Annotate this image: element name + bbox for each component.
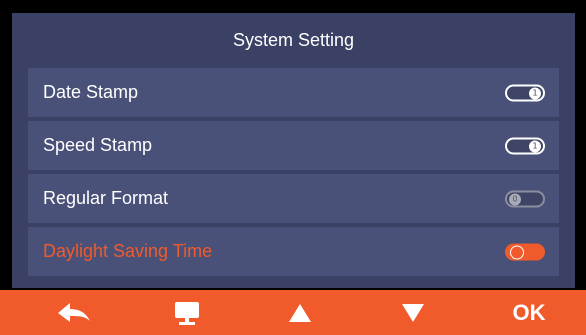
- page-title: System Setting: [232, 30, 355, 50]
- monitor-icon: [175, 301, 199, 325]
- device-screen: System Setting Date Stamp 1 Speed Stamp …: [0, 0, 586, 335]
- display-mode-button[interactable]: [157, 290, 217, 335]
- toggle-knob: 1: [529, 87, 541, 99]
- setting-row-date-stamp[interactable]: Date Stamp 1: [28, 68, 559, 117]
- up-triangle-icon: [289, 303, 311, 322]
- ok-label: OK: [512, 299, 546, 325]
- setting-label: Date Stamp: [43, 82, 139, 102]
- back-button[interactable]: [44, 290, 104, 335]
- toggle-switch[interactable]: [505, 243, 545, 260]
- ok-button[interactable]: OK: [499, 290, 559, 335]
- setting-label: Speed Stamp: [43, 135, 153, 155]
- setting-row-daylight-saving-time[interactable]: Daylight Saving Time: [28, 227, 559, 276]
- toggle-switch[interactable]: 1: [505, 84, 545, 101]
- toggle-knob: 1: [529, 140, 541, 152]
- toggle-switch[interactable]: 1: [505, 137, 545, 154]
- bottom-navigation-bar: OK: [0, 290, 586, 335]
- up-button[interactable]: [270, 290, 330, 335]
- setting-row-speed-stamp[interactable]: Speed Stamp 1: [28, 121, 559, 170]
- toggle-switch[interactable]: 0: [505, 190, 545, 207]
- setting-label: Daylight Saving Time: [43, 241, 213, 261]
- toggle-knob: [510, 245, 524, 259]
- down-triangle-icon: [402, 303, 424, 322]
- settings-panel: System Setting Date Stamp 1 Speed Stamp …: [12, 13, 575, 288]
- down-button[interactable]: [383, 290, 443, 335]
- setting-row-regular-format[interactable]: Regular Format 0: [28, 174, 559, 223]
- back-arrow-icon: [58, 302, 90, 322]
- setting-label: Regular Format: [43, 188, 169, 208]
- toggle-knob: 0: [509, 193, 521, 205]
